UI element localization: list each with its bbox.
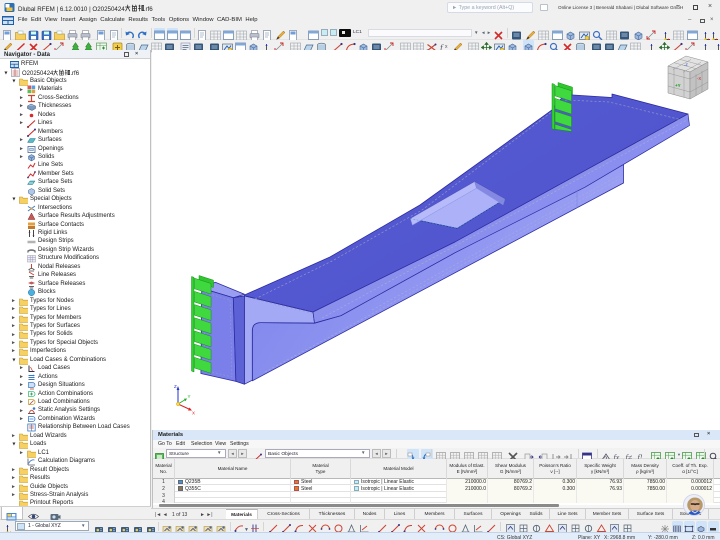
- svg-text:+Y: +Y: [675, 83, 681, 88]
- svg-text:Y: Y: [188, 394, 191, 399]
- svg-text:-Z: -Z: [684, 62, 688, 67]
- svg-text:X: X: [192, 411, 195, 416]
- svg-text:-X: -X: [697, 76, 701, 81]
- svg-text:Z: Z: [174, 384, 177, 389]
